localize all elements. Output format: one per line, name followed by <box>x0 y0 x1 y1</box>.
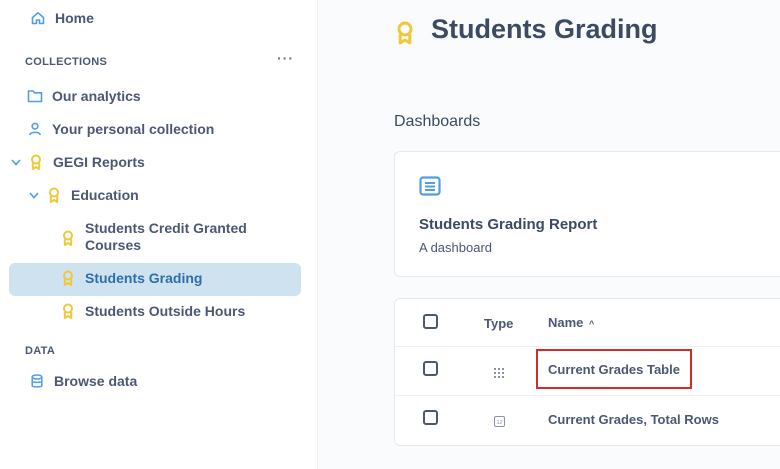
table-grid-icon <box>494 365 504 383</box>
select-all-checkbox[interactable] <box>423 314 438 329</box>
page-title: Students Grading <box>431 14 658 44</box>
row-name[interactable]: Current Grades Table <box>548 362 680 377</box>
sidebar-item-label: Students Credit Granted Courses <box>85 220 247 253</box>
dashboard-icon <box>419 176 441 201</box>
row-divider <box>395 346 780 347</box>
chevron-down-icon[interactable] <box>10 156 22 168</box>
sidebar-item-label: Home <box>55 10 94 26</box>
row-checkbox[interactable] <box>423 361 438 376</box>
row-checkbox[interactable] <box>423 410 438 425</box>
official-badge-icon <box>28 154 44 170</box>
home-icon <box>30 10 46 26</box>
data-heading: DATA <box>25 345 56 357</box>
person-icon <box>27 121 43 137</box>
dashboard-card[interactable]: Students Grading Report A dashboard <box>394 151 780 277</box>
sidebar-item-our-analytics[interactable]: Our analytics <box>27 88 141 104</box>
sidebar-item-browse-data[interactable]: Browse data <box>29 373 137 389</box>
collections-heading: COLLECTIONS <box>25 56 108 68</box>
sidebar-item-label: Our analytics <box>52 88 141 104</box>
sort-ascending-icon: ^ <box>589 319 595 329</box>
svg-text:12: 12 <box>496 420 502 426</box>
sidebar-item-label: Browse data <box>54 373 138 389</box>
official-badge-icon <box>60 270 76 286</box>
sidebar-item-students-credit[interactable]: Students Credit Granted Courses <box>60 220 255 254</box>
column-header-name[interactable]: Name ^ <box>548 315 594 330</box>
collections-more-button[interactable]: ··· <box>277 50 294 66</box>
official-badge-icon <box>396 21 414 50</box>
column-header-type[interactable]: Type <box>484 316 513 331</box>
row-divider <box>395 395 780 396</box>
sidebar-item-label: Your personal collection <box>52 121 215 137</box>
official-badge-icon <box>60 230 76 246</box>
row-name[interactable]: Current Grades, Total Rows <box>548 412 719 427</box>
column-header-name-label: Name <box>548 315 584 330</box>
database-icon <box>29 373 45 389</box>
sidebar-item-label: GEGI Reports <box>53 154 145 170</box>
dashboard-card-title[interactable]: Students Grading Report <box>419 216 597 233</box>
dashboard-card-description: A dashboard <box>419 240 493 255</box>
sidebar-item-gegi-reports[interactable]: GEGI Reports <box>10 154 145 170</box>
sidebar-item-students-grading[interactable]: Students Grading <box>60 270 202 286</box>
folder-icon <box>27 88 43 104</box>
sidebar-item-label: Students Grading <box>85 270 203 286</box>
chevron-down-icon[interactable] <box>28 189 40 201</box>
sidebar-item-education[interactable]: Education <box>28 187 139 203</box>
items-table: Type Name ^ Current Grades Table 12 Curr… <box>394 298 780 446</box>
sidebar-item-students-outside-hours[interactable]: Students Outside Hours <box>60 303 245 319</box>
sidebar-item-home[interactable]: Home <box>30 10 94 26</box>
dashboards-heading: Dashboards <box>394 113 481 130</box>
sidebar-item-label: Students Outside Hours <box>85 303 246 319</box>
sidebar-item-personal-collection[interactable]: Your personal collection <box>27 121 214 137</box>
sidebar-item-label: Education <box>71 187 139 203</box>
sidebar: Home COLLECTIONS ··· Our analytics Your … <box>0 0 318 469</box>
number-icon: 12 <box>494 414 505 432</box>
official-badge-icon <box>46 187 62 203</box>
official-badge-icon <box>60 303 76 319</box>
